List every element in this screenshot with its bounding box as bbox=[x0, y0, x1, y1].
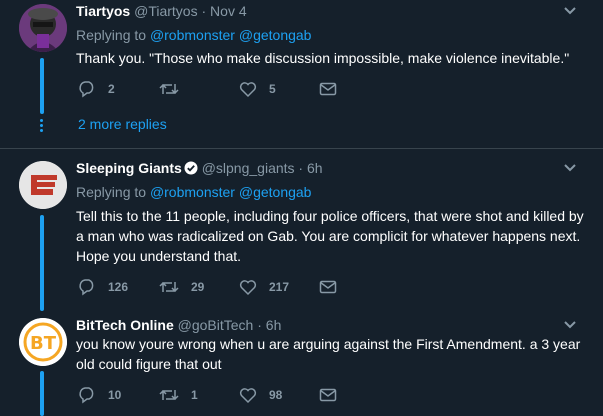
chevron-down-icon[interactable] bbox=[563, 163, 577, 173]
tweet-text: Tell this to the 11 people, including fo… bbox=[76, 208, 584, 264]
thread-line bbox=[40, 58, 44, 114]
tweet-actions: 2 5 bbox=[78, 80, 378, 98]
heart-icon bbox=[239, 82, 257, 98]
retweet-count: 1 bbox=[191, 388, 198, 402]
avatar[interactable] bbox=[19, 161, 67, 209]
direct-message-button[interactable] bbox=[319, 80, 337, 98]
mention-link[interactable]: @robmonster bbox=[150, 184, 235, 200]
tweet-1[interactable]: Tiartyos @Tiartyos · Nov 4 Replying to @… bbox=[0, 0, 603, 148]
thread-dots bbox=[40, 119, 44, 134]
envelope-icon bbox=[319, 82, 337, 96]
timestamp[interactable]: Nov 4 bbox=[210, 3, 247, 19]
user-handle[interactable]: @Tiartyos bbox=[134, 3, 197, 19]
tweet-header: BitTech Online @goBitTech · 6h bbox=[76, 317, 281, 334]
like-count: 217 bbox=[269, 280, 290, 294]
mention-link[interactable]: @robmonster bbox=[150, 27, 235, 43]
reply-count: 126 bbox=[108, 280, 129, 294]
display-name[interactable]: BitTech Online bbox=[76, 317, 174, 333]
timestamp[interactable]: 6h bbox=[266, 317, 282, 333]
avatar[interactable] bbox=[19, 4, 67, 52]
heart-icon bbox=[239, 388, 257, 404]
replying-to: Replying to @robmonster @getongab bbox=[76, 184, 311, 201]
like-button[interactable]: 98 bbox=[239, 386, 282, 404]
tweet-text: you know youre wrong when u are arguing … bbox=[76, 336, 581, 372]
thread-line bbox=[40, 371, 44, 416]
envelope-icon bbox=[319, 280, 337, 294]
thread-line bbox=[40, 215, 44, 311]
svg-text:BT: BT bbox=[30, 333, 57, 354]
chevron-down-icon[interactable] bbox=[563, 320, 577, 330]
reply-icon bbox=[79, 81, 94, 98]
tweet-header: Tiartyos @Tiartyos · Nov 4 bbox=[76, 3, 247, 20]
separator-dot: · bbox=[257, 317, 262, 333]
like-button[interactable]: 217 bbox=[239, 278, 289, 296]
sleeping-giants-logo-icon bbox=[19, 161, 67, 209]
replying-to: Replying to @robmonster @getongab bbox=[76, 27, 311, 44]
bitcoin-bt-logo-icon: BT bbox=[19, 318, 67, 366]
hooded-figure-icon bbox=[19, 4, 67, 52]
reply-button[interactable]: 126 bbox=[78, 278, 128, 296]
reply-icon bbox=[79, 387, 94, 404]
mention-link[interactable]: @getongab bbox=[239, 27, 312, 43]
tweet-3[interactable]: BT BitTech Online @goBitTech · 6h you kn… bbox=[0, 309, 603, 416]
replying-to-label: Replying to bbox=[76, 184, 147, 200]
user-handle[interactable]: @slpng_giants bbox=[202, 160, 295, 176]
retweet-button[interactable]: 1 bbox=[159, 386, 198, 404]
mention-link[interactable]: @getongab bbox=[239, 184, 312, 200]
verified-badge-icon bbox=[184, 161, 198, 175]
display-name[interactable]: Sleeping Giants bbox=[76, 160, 182, 176]
direct-message-button[interactable] bbox=[319, 386, 337, 404]
reply-icon bbox=[79, 279, 94, 296]
retweet-count: 29 bbox=[191, 280, 205, 294]
reply-button[interactable]: 2 bbox=[78, 80, 115, 98]
replying-to-label: Replying to bbox=[76, 27, 147, 43]
tweet-actions: 126 29 217 bbox=[78, 278, 378, 296]
tweet-text: Thank you. "Those who make discussion im… bbox=[76, 50, 570, 66]
retweet-icon bbox=[159, 83, 179, 95]
direct-message-button[interactable] bbox=[319, 278, 337, 296]
tweet-2[interactable]: Sleeping Giants @slpng_giants · 6h Reply… bbox=[0, 149, 603, 311]
user-handle[interactable]: @goBitTech bbox=[178, 317, 254, 333]
reply-count: 10 bbox=[108, 388, 122, 402]
avatar[interactable]: BT bbox=[19, 318, 67, 366]
retweet-icon bbox=[159, 281, 179, 293]
retweet-button[interactable]: 29 bbox=[159, 278, 204, 296]
timestamp[interactable]: 6h bbox=[307, 160, 323, 176]
more-replies-link[interactable]: 2 more replies bbox=[78, 116, 167, 133]
separator-dot: · bbox=[201, 3, 207, 19]
reply-button[interactable]: 10 bbox=[78, 386, 121, 404]
like-button[interactable]: 5 bbox=[239, 80, 276, 98]
retweet-icon bbox=[159, 389, 179, 401]
like-count: 98 bbox=[269, 388, 283, 402]
reply-count: 2 bbox=[108, 82, 115, 96]
display-name[interactable]: Tiartyos bbox=[76, 3, 130, 19]
tweet-header: Sleeping Giants @slpng_giants · 6h bbox=[76, 160, 323, 177]
chevron-down-icon[interactable] bbox=[563, 6, 577, 16]
retweet-button[interactable] bbox=[159, 80, 191, 98]
like-count: 5 bbox=[269, 82, 276, 96]
separator-dot: · bbox=[298, 160, 304, 176]
heart-icon bbox=[239, 280, 257, 296]
envelope-icon bbox=[319, 388, 337, 402]
tweet-actions: 10 1 98 bbox=[78, 386, 378, 404]
